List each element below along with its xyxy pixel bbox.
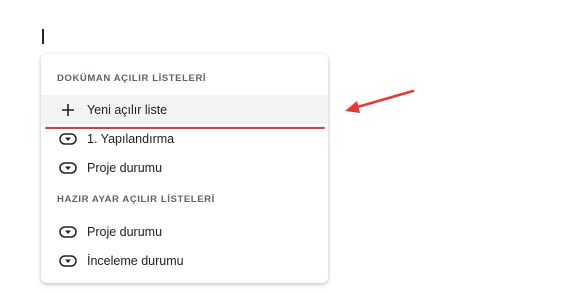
dropdown-item-label: Proje durumu [87,160,163,175]
document-page: DOKÜMAN AÇILIR LİSTELERİ Yeni açılır lis… [0,0,574,293]
dropdown-chip-icon [59,223,77,241]
new-dropdown-label: Yeni açılır liste [87,102,168,117]
preset-item-label: Proje durumu [87,224,163,239]
dropdown-chip-icon [59,252,77,270]
plus-icon [59,101,77,119]
preset-item-project-status[interactable]: Proje durumu [41,217,328,246]
section-header-preset-dropdowns: HAZIR AYAR AÇILIR LİSTELERİ [57,194,215,205]
preset-item-review-status[interactable]: İnceleme durumu [41,246,328,275]
new-dropdown-item[interactable]: Yeni açılır liste [41,95,328,124]
dropdown-insert-menu: DOKÜMAN AÇILIR LİSTELERİ Yeni açılır lis… [41,54,328,283]
annotation-arrow-icon [345,89,415,113]
dropdown-chip-icon [59,130,77,148]
dropdown-item-label: 1. Yapılandırma [87,131,175,146]
dropdown-item-project-status[interactable]: Proje durumu [41,153,328,182]
text-cursor [42,29,44,44]
annotation-underline [45,127,325,129]
preset-item-label: İnceleme durumu [87,253,184,268]
section-header-document-dropdowns: DOKÜMAN AÇILIR LİSTELERİ [57,73,207,84]
dropdown-chip-icon [59,159,77,177]
